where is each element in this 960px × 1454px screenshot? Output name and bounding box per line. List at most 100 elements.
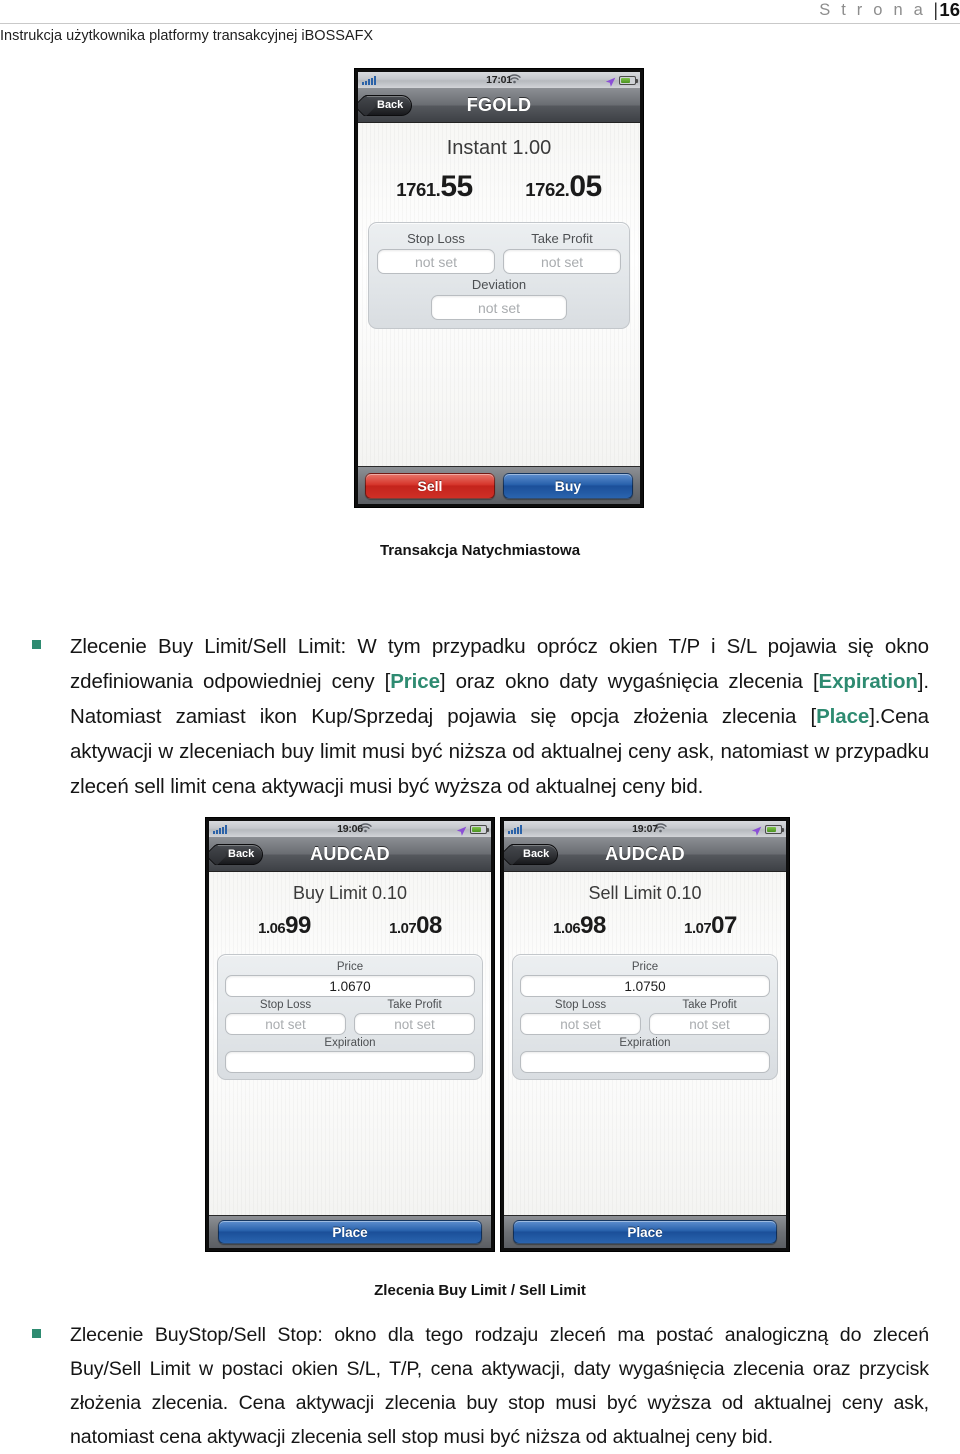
page-header: S t r o n a | 16 (0, 0, 960, 24)
stop-loss-label: Stop Loss (554, 999, 607, 1011)
expiration-label: Expiration (324, 1037, 376, 1049)
price-group: Price 1.0750 (520, 961, 770, 997)
price-label: Price (336, 961, 364, 973)
deviation-input[interactable]: not set (430, 295, 568, 320)
stop-loss-input[interactable]: not set (225, 1013, 346, 1035)
back-button[interactable]: Back (509, 844, 559, 865)
place-button[interactable]: Place (513, 1220, 777, 1244)
figure-instant-transaction-screenshot: 17:01 Back FGOLD Instant 1.00 1761.55 17… (354, 68, 644, 508)
ask-price-integer: 1.07 (684, 921, 712, 937)
sell-button[interactable]: Sell (365, 472, 495, 499)
take-profit-group: Take Profit not set (354, 997, 475, 1035)
paragraph-buy-sell-limit-text: Zlecenie Buy Limit/Sell Limit: W tym prz… (70, 629, 932, 804)
bid-price[interactable]: 1761.55 (396, 170, 473, 204)
bid-price[interactable]: 1.0699 (258, 912, 311, 940)
ask-price[interactable]: 1762.05 (525, 170, 602, 204)
bid-price-decimal: 98 (580, 912, 606, 939)
ask-price-decimal: 07 (711, 912, 737, 939)
expiration-input[interactable] (225, 1051, 475, 1073)
page-number: 16 (939, 0, 960, 20)
ask-price[interactable]: 1.0707 (684, 912, 737, 940)
phone-buy-limit: 19:06 Back AUDCAD Buy Limit 0.10 1.0699 … (205, 817, 495, 1252)
expiration-label: Expiration (619, 1037, 671, 1049)
p1-highlight-price: Price (390, 670, 440, 693)
order-type-label: Instant 1.00 (446, 137, 552, 159)
take-profit-group: Take Profit not set (503, 228, 621, 274)
status-bar-time: 17:01 (486, 74, 512, 86)
back-button[interactable]: Back (363, 95, 413, 116)
back-button[interactable]: Back (214, 844, 264, 865)
bid-price-integer: 1.06 (553, 921, 581, 937)
take-profit-input[interactable]: not set (354, 1013, 475, 1035)
bullet-square-icon (32, 640, 41, 649)
battery-icon (470, 824, 489, 834)
navigation-bar: Back AUDCAD (209, 838, 491, 872)
stop-loss-input[interactable]: not set (377, 249, 495, 274)
ask-price[interactable]: 1.0708 (389, 912, 442, 940)
take-profit-label: Take Profit (531, 231, 593, 246)
paragraph-buy-sell-stop-text: Zlecenie BuyStop/Sell Stop: okno dla teg… (70, 1324, 929, 1448)
stop-loss-label: Stop Loss (407, 231, 465, 246)
place-button[interactable]: Place (218, 1220, 482, 1244)
p1-segment-2: ] oraz okno daty wygaśnięcia zlecenia [ (439, 670, 819, 693)
figure2-caption: Zlecenia Buy Limit / Sell Limit (374, 1282, 586, 1299)
ask-price-decimal: 08 (416, 912, 442, 939)
order-parameters-panel: Price 1.0750 Stop Loss not set Take Prof… (512, 954, 778, 1080)
bid-price-integer: 1761. (396, 179, 441, 200)
expiration-group: Expiration (520, 1037, 770, 1073)
bid-price-integer: 1.06 (258, 921, 286, 937)
price-label: Price (631, 961, 659, 973)
phone-screen: 19:07 Back AUDCAD Sell Limit 0.10 1.0698… (504, 821, 786, 1248)
stop-loss-input[interactable]: not set (520, 1013, 641, 1035)
order-parameters-panel: Stop Loss not set Take Profit not set De… (368, 222, 630, 329)
order-parameters-panel: Price 1.0670 Stop Loss not set Take Prof… (217, 954, 483, 1080)
trade-screen-body: Instant 1.00 1761.55 1762.05 Stop Loss n… (358, 123, 640, 466)
price-input[interactable]: 1.0670 (225, 975, 475, 997)
p1-highlight-expiration: Expiration (818, 670, 918, 693)
order-type-label: Sell Limit 0.10 (588, 883, 702, 903)
bid-price[interactable]: 1.0698 (553, 912, 606, 940)
page-label: S t r o n a (819, 1, 926, 19)
buy-button[interactable]: Buy (503, 472, 633, 499)
ask-price-decimal: 05 (569, 170, 602, 203)
stop-loss-take-profit-row: Stop Loss not set Take Profit not set (225, 997, 475, 1035)
figure1-caption: Transakcja Natychmiastowa (379, 542, 581, 559)
expiration-input[interactable] (520, 1051, 770, 1073)
status-bar-time: 19:07 (632, 823, 658, 835)
trade-screen-body: Buy Limit 0.10 1.0699 1.0708 Price 1.067… (209, 872, 491, 1215)
price-input[interactable]: 1.0750 (520, 975, 770, 997)
take-profit-input[interactable]: not set (503, 249, 621, 274)
quotes-row: 1.0698 1.0707 (510, 912, 780, 940)
stop-loss-group: Stop Loss not set (520, 997, 641, 1035)
status-bar: 19:06 (209, 821, 491, 838)
status-bar: 19:07 (504, 821, 786, 838)
phone-screen: 17:01 Back FGOLD Instant 1.00 1761.55 17… (358, 72, 640, 504)
figure-buy-sell-limit-screenshots: 19:06 Back AUDCAD Buy Limit 0.10 1.0699 … (205, 817, 790, 1252)
stop-loss-label: Stop Loss (259, 999, 312, 1011)
battery-icon (765, 824, 784, 834)
take-profit-label: Take Profit (387, 999, 442, 1011)
status-bar-time: 19:06 (337, 823, 363, 835)
trade-action-toolbar: Place (504, 1215, 786, 1248)
take-profit-input[interactable]: not set (649, 1013, 770, 1035)
expiration-group: Expiration (225, 1037, 475, 1073)
stop-loss-group: Stop Loss not set (225, 997, 346, 1035)
deviation-label: Deviation (471, 277, 527, 292)
navigation-bar: Back AUDCAD (504, 838, 786, 872)
phone-screen: 19:06 Back AUDCAD Buy Limit 0.10 1.0699 … (209, 821, 491, 1248)
paragraph-buy-sell-limit: Zlecenie Buy Limit/Sell Limit: W tym prz… (0, 629, 932, 804)
navigation-bar: Back FGOLD (358, 89, 640, 123)
trade-screen-body: Sell Limit 0.10 1.0698 1.0707 Price 1.07… (504, 872, 786, 1215)
p1-highlight-place: Place (816, 705, 870, 728)
bid-price-decimal: 55 (440, 170, 473, 203)
order-type-label: Buy Limit 0.10 (292, 883, 408, 903)
take-profit-label: Take Profit (682, 999, 737, 1011)
trade-action-toolbar: Sell Buy (358, 466, 640, 504)
take-profit-group: Take Profit not set (649, 997, 770, 1035)
stop-loss-take-profit-row: Stop Loss not set Take Profit not set (520, 997, 770, 1035)
trade-action-toolbar: Place (209, 1215, 491, 1248)
quotes-row: 1.0699 1.0708 (215, 912, 485, 940)
stop-loss-take-profit-row: Stop Loss not set Take Profit not set (377, 228, 621, 274)
page-separator: | (933, 0, 938, 20)
price-group: Price 1.0670 (225, 961, 475, 997)
